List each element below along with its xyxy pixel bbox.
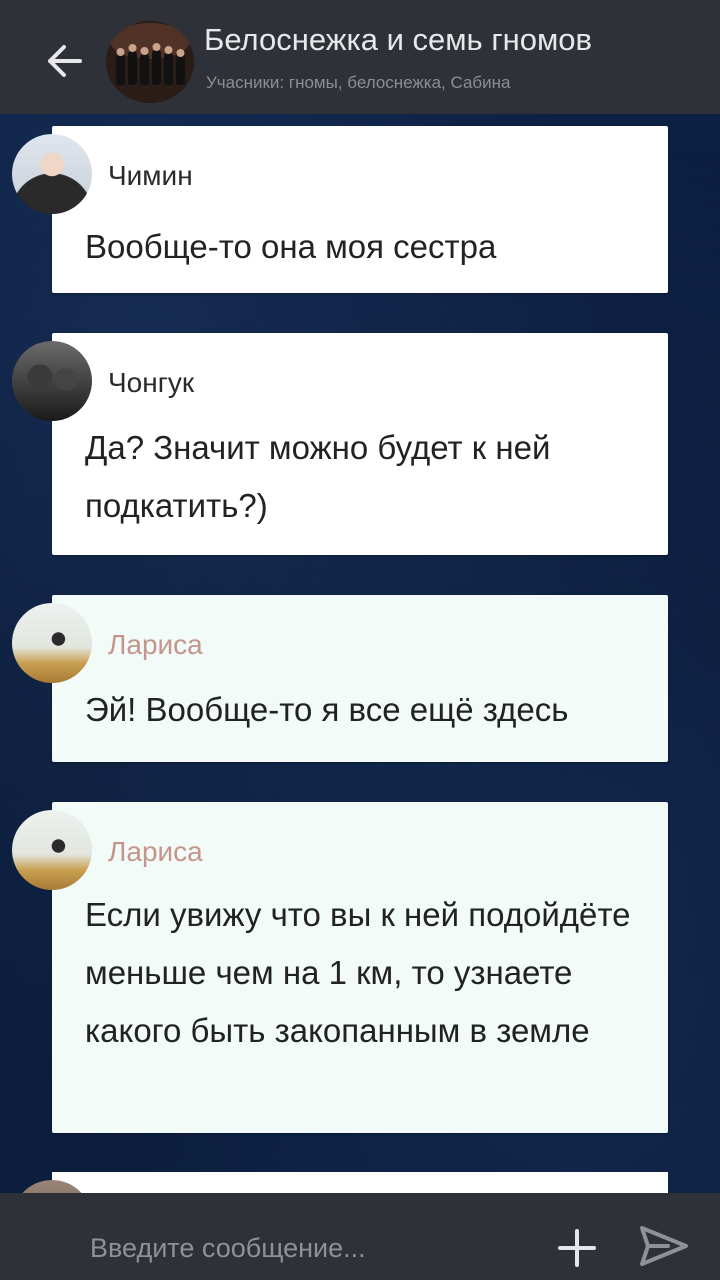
message-author[interactable]: Чимин	[108, 160, 193, 192]
avatar[interactable]	[12, 341, 92, 421]
message-bubble[interactable]: Чимин Вообще-то она моя сестра	[52, 126, 668, 293]
chat-participants: Учасники: гномы, белоснежка, Сабина	[206, 73, 511, 92]
message-bubble[interactable]: Лариса Если увижу что вы к ней подойдёте…	[52, 802, 668, 1133]
send-icon	[640, 1226, 688, 1266]
back-button[interactable]	[38, 38, 90, 84]
chat-header: Белоснежка и семь гномов Учасники: гномы…	[0, 0, 720, 114]
chat-title: Белоснежка и семь гномов	[204, 22, 593, 57]
message-author[interactable]: Лариса	[108, 629, 203, 661]
attach-button[interactable]	[556, 1227, 598, 1269]
message-bubble[interactable]: Чонгук Да? Значит можно будет к ней подк…	[52, 333, 668, 555]
message-text: Если увижу что вы к ней подойдёте меньше…	[85, 896, 631, 1049]
message-author[interactable]: Лариса	[108, 836, 203, 868]
chat-avatar[interactable]	[106, 21, 194, 103]
message-text: Да? Значит можно будет к ней подкатить?)	[85, 429, 551, 524]
message-bubble[interactable]: Лариса Эй! Вообще-то я все ещё здесь	[52, 595, 668, 762]
avatar[interactable]	[12, 134, 92, 214]
avatar[interactable]	[12, 810, 92, 890]
message-text: Эй! Вообще-то я все ещё здесь	[85, 691, 569, 728]
avatar[interactable]	[12, 603, 92, 683]
message-input[interactable]	[90, 1230, 530, 1266]
arrow-left-icon	[48, 45, 82, 77]
plus-icon	[558, 1229, 596, 1267]
message-author[interactable]: Чонгук	[108, 367, 194, 399]
send-button[interactable]	[638, 1222, 690, 1270]
message-text: Вообще-то она моя сестра	[85, 228, 497, 265]
